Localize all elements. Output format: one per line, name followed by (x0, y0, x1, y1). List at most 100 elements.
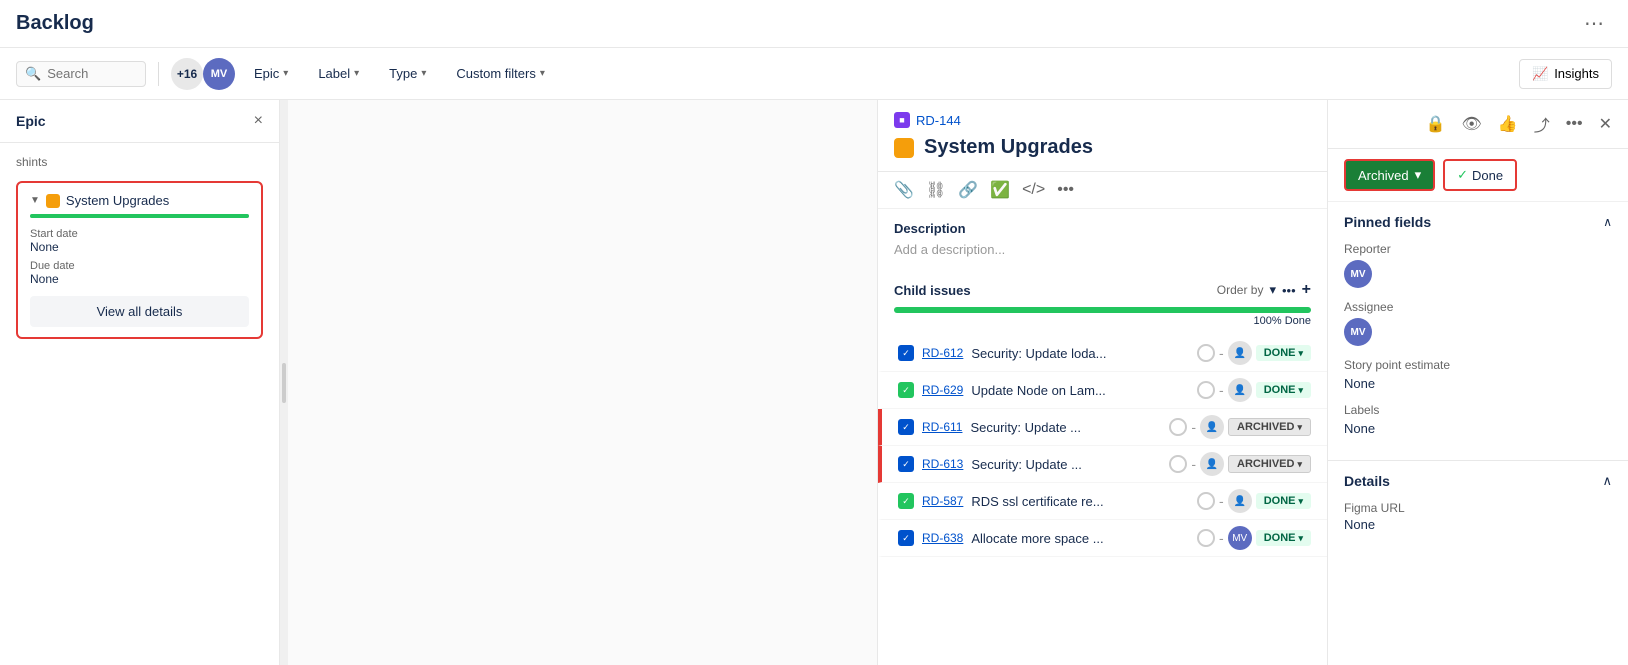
add-child-issue-button[interactable]: + (1302, 281, 1311, 299)
search-input[interactable] (47, 66, 127, 81)
toolbar-divider (158, 62, 159, 86)
child-issue-circle[interactable] (1197, 344, 1215, 362)
status-badge[interactable]: DONE ▾ (1256, 345, 1311, 361)
epic-start-date: Start date None (30, 228, 249, 254)
order-by-chevron-icon[interactable]: ▾ (1269, 282, 1276, 298)
checkmark-icon: ✓ (902, 348, 910, 359)
child-issue-circle[interactable] (1169, 418, 1187, 436)
epic-panel-title: Epic (16, 113, 46, 129)
type-filter-button[interactable]: Type ▾ (378, 61, 437, 86)
done-button[interactable]: ✓ Done (1443, 159, 1517, 191)
child-issue-minus[interactable]: - (1219, 530, 1224, 546)
lock-icon[interactable]: 🔒 (1422, 110, 1450, 138)
child-issues-controls: Order by ▾ ••• + (1217, 281, 1311, 299)
child-issue-minus[interactable]: - (1219, 345, 1224, 361)
status-chevron-icon: ▾ (1298, 348, 1303, 359)
issue-detail-panel: ■ RD-144 System Upgrades 📎 ⛓ 🔗 ✅ </> •••… (878, 100, 1328, 665)
reporter-avatar[interactable]: MV (1344, 260, 1372, 288)
child-issue-id[interactable]: RD-612 (922, 346, 963, 360)
child-issue-minus[interactable]: - (1191, 419, 1196, 435)
eye-icon[interactable]: 👁 (1458, 110, 1486, 138)
pinned-fields-section: Pinned fields ∧ Reporter MV Assignee MV … (1328, 202, 1628, 460)
checkmark-icon: ✓ (902, 533, 910, 544)
child-issues-title: Child issues (894, 283, 971, 298)
issue-id[interactable]: RD-144 (916, 113, 961, 128)
archived-button[interactable]: Archived ▾ (1344, 159, 1435, 191)
child-issue-checkbox[interactable]: ✓ (898, 419, 914, 435)
issue-detail-header: ■ RD-144 System Upgrades (878, 100, 1327, 172)
status-badge[interactable]: ARCHIVED ▾ (1228, 455, 1311, 473)
panel-divider[interactable] (280, 100, 288, 665)
toolbar-right: 📈 Insights (1519, 59, 1612, 89)
assignee-avatar[interactable]: MV (1344, 318, 1372, 346)
avatar-current-user[interactable]: MV (203, 58, 235, 90)
hierarchy-icon[interactable]: ⛓ (926, 180, 946, 200)
child-issue-checkbox[interactable]: ✓ (898, 345, 914, 361)
pinned-fields-collapse-button[interactable]: ∧ (1603, 215, 1612, 229)
epic-item-system-upgrades[interactable]: ▼ System Upgrades Start date None Due da… (16, 181, 263, 339)
toolbar: 🔍 +16 MV Epic ▾ Label ▾ Type ▾ Custom fi… (0, 48, 1628, 100)
child-issue-row: ✓ RD-587 RDS ssl certificate re... - 👤 D… (878, 483, 1327, 520)
child-issue-avatar: 👤 (1228, 378, 1252, 402)
child-issue-id[interactable]: RD-629 (922, 383, 963, 397)
sidebar-more-icon[interactable]: ••• (1562, 111, 1587, 137)
epic-filter-button[interactable]: Epic ▾ (243, 61, 299, 86)
label-filter-button[interactable]: Label ▾ (307, 61, 370, 86)
custom-filters-button[interactable]: Custom filters ▾ (445, 61, 556, 86)
epic-panel-header: Epic × (0, 100, 279, 143)
page-title: Backlog (16, 12, 94, 35)
child-issue-checkbox[interactable]: ✓ (898, 493, 914, 509)
child-issue-id[interactable]: RD-638 (922, 531, 963, 545)
details-header: Details ∧ (1344, 473, 1612, 489)
more-options-button[interactable]: ⋯ (1576, 7, 1612, 40)
child-issues-more-icon[interactable]: ••• (1282, 283, 1296, 298)
thumbs-up-icon[interactable]: 👍 (1494, 110, 1522, 138)
child-issue-minus[interactable]: - (1191, 456, 1196, 472)
child-issue-id[interactable]: RD-587 (922, 494, 963, 508)
status-badge[interactable]: DONE ▾ (1256, 530, 1311, 546)
link-icon[interactable]: 🔗 (958, 180, 978, 200)
child-progress-bar (894, 307, 1311, 313)
chevron-down-icon: ▾ (354, 68, 359, 79)
status-chevron-icon: ▾ (1297, 459, 1302, 470)
pinned-fields-header: Pinned fields ∧ (1344, 214, 1612, 230)
child-issue-title: Update Node on Lam... (971, 383, 1189, 398)
chevron-down-icon: ▾ (540, 68, 545, 79)
search-box[interactable]: 🔍 (16, 61, 146, 87)
view-all-details-button[interactable]: View all details (30, 296, 249, 327)
child-issue-id[interactable]: RD-613 (922, 457, 963, 471)
status-badge[interactable]: DONE ▾ (1256, 493, 1311, 509)
status-badge[interactable]: ARCHIVED ▾ (1228, 418, 1311, 436)
child-issue-circle[interactable] (1169, 455, 1187, 473)
divider-handle (282, 363, 286, 403)
child-issue-checkbox[interactable]: ✓ (898, 456, 914, 472)
child-issue-checkbox[interactable]: ✓ (898, 382, 914, 398)
code-icon[interactable]: </> (1022, 181, 1045, 199)
details-collapse-button[interactable]: ∧ (1602, 473, 1612, 489)
child-issues-header: Child issues Order by ▾ ••• + (878, 273, 1327, 307)
child-issue-row: ✓ RD-611 Security: Update ... - 👤 ARCHIV… (878, 409, 1327, 446)
close-sidebar-button[interactable]: ✕ (1595, 110, 1616, 138)
epic-panel-close-button[interactable]: × (254, 112, 263, 130)
child-issue-checkbox[interactable]: ✓ (898, 530, 914, 546)
child-issue-circle[interactable] (1197, 529, 1215, 547)
status-badge[interactable]: DONE ▾ (1256, 382, 1311, 398)
avatar-count[interactable]: +16 (171, 58, 203, 90)
checkmark-icon: ✓ (902, 422, 910, 433)
attach-icon[interactable]: 📎 (894, 180, 914, 200)
share-icon[interactable]: ⤴ (1530, 108, 1554, 140)
epic-due-date: Due date None (30, 260, 249, 286)
child-issue-controls: - 👤 DONE ▾ (1197, 489, 1311, 513)
child-issue-circle[interactable] (1197, 492, 1215, 510)
child-issue-id[interactable]: RD-611 (922, 420, 962, 434)
check-circle-icon[interactable]: ✅ (990, 180, 1010, 200)
child-issue-minus[interactable]: - (1219, 382, 1224, 398)
more-icon[interactable]: ••• (1057, 181, 1074, 199)
issue-toolbar: 📎 ⛓ 🔗 ✅ </> ••• (878, 172, 1327, 209)
insights-button[interactable]: 📈 Insights (1519, 59, 1612, 89)
pinned-fields-title: Pinned fields (1344, 214, 1431, 230)
child-issue-circle[interactable] (1197, 381, 1215, 399)
child-issue-avatar: 👤 (1228, 489, 1252, 513)
child-issue-minus[interactable]: - (1219, 493, 1224, 509)
status-chevron-icon: ▾ (1298, 385, 1303, 396)
